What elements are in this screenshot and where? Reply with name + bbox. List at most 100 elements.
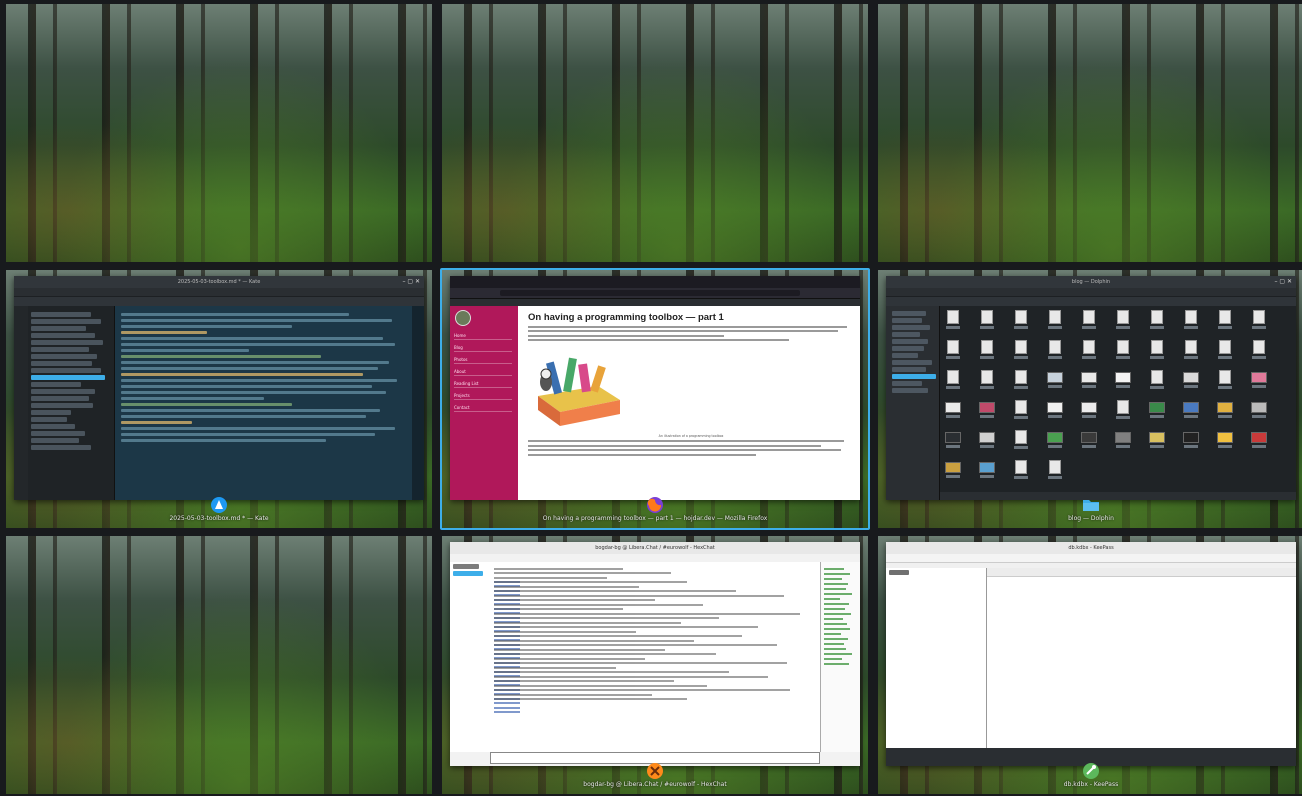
file-item[interactable] — [1046, 430, 1064, 452]
window-titlebar[interactable]: 2025-05-03-toolbox.md * — Kate – ▢ ✕ — [14, 276, 424, 288]
file-item[interactable] — [978, 460, 996, 482]
firefox-icon[interactable] — [646, 496, 664, 514]
nav-reading-list[interactable]: Reading List — [454, 382, 512, 388]
file-item[interactable] — [1114, 340, 1132, 362]
nav-contact[interactable]: Contact — [454, 406, 512, 412]
file-item[interactable] — [1148, 400, 1166, 422]
window-caption[interactable]: On having a programming toolbox — part 1… — [442, 514, 868, 524]
places-panel[interactable] — [886, 306, 940, 500]
window-caption[interactable]: db.kdbx - KeePass — [878, 780, 1302, 790]
editor-area[interactable] — [115, 306, 412, 500]
window-caption[interactable]: blog — Dolphin — [878, 514, 1302, 524]
kate-icon[interactable] — [210, 496, 228, 514]
file-item[interactable] — [944, 400, 962, 422]
entry-list-header[interactable] — [987, 568, 1296, 577]
url-bar[interactable] — [500, 290, 800, 296]
file-item[interactable] — [1216, 430, 1234, 452]
file-item[interactable] — [1046, 310, 1064, 332]
window-caption[interactable]: 2025-05-03-toolbox.md * — Kate — [6, 514, 432, 524]
file-item[interactable] — [1114, 400, 1132, 422]
file-item[interactable] — [1148, 430, 1166, 452]
file-item[interactable] — [1216, 340, 1234, 362]
dolphin-window[interactable]: blog — Dolphin – ▢ ✕ — [886, 276, 1296, 500]
desktop-8[interactable]: bogdar-bg @ Libera.Chat / #eurowolf - He… — [440, 534, 870, 796]
file-item[interactable] — [978, 370, 996, 392]
file-item[interactable] — [1012, 310, 1030, 332]
file-view[interactable] — [940, 306, 1296, 492]
file-item[interactable] — [944, 310, 962, 332]
window-caption[interactable]: bogdar-bg @ Libera.Chat / #eurowolf - He… — [442, 780, 868, 790]
file-item[interactable] — [1080, 340, 1098, 362]
desktop-5[interactable]: Home Blog Photos About Reading List Proj… — [440, 268, 870, 530]
file-item[interactable] — [978, 400, 996, 422]
menubar[interactable] — [886, 288, 1296, 297]
file-item[interactable] — [1148, 310, 1166, 332]
file-item[interactable] — [1250, 370, 1268, 392]
desktop-2[interactable] — [440, 2, 870, 264]
desktop-9[interactable]: db.kdbx - KeePass db.kdbx - KeePass — [876, 534, 1302, 796]
file-item[interactable] — [1182, 430, 1200, 452]
file-item[interactable] — [1080, 370, 1098, 392]
nav-about[interactable]: About — [454, 370, 512, 376]
hexchat-icon[interactable] — [646, 762, 664, 780]
nav-blog[interactable]: Blog — [454, 346, 512, 352]
kate-sidebar[interactable] — [14, 306, 29, 500]
file-item[interactable] — [1080, 400, 1098, 422]
file-item[interactable] — [1182, 340, 1200, 362]
file-item[interactable] — [1250, 400, 1268, 422]
kate-window[interactable]: 2025-05-03-toolbox.md * — Kate – ▢ ✕ — [14, 276, 424, 500]
file-item[interactable] — [1012, 460, 1030, 482]
desktop-4[interactable]: 2025-05-03-toolbox.md * — Kate – ▢ ✕ 202… — [4, 268, 434, 530]
file-item[interactable] — [1250, 340, 1268, 362]
project-tree[interactable] — [28, 306, 115, 500]
nav-photos[interactable]: Photos — [454, 358, 512, 364]
file-item[interactable] — [1250, 310, 1268, 332]
file-item[interactable] — [978, 310, 996, 332]
file-item[interactable] — [978, 430, 996, 452]
file-item[interactable] — [944, 430, 962, 452]
file-item[interactable] — [1250, 430, 1268, 452]
menubar[interactable] — [14, 288, 424, 297]
minimap[interactable] — [412, 306, 424, 500]
window-titlebar[interactable]: bogdar-bg @ Libera.Chat / #eurowolf - He… — [450, 542, 860, 554]
group-tree[interactable] — [886, 568, 987, 748]
folder-icon[interactable] — [1082, 496, 1100, 514]
window-titlebar[interactable]: db.kdbx - KeePass — [886, 542, 1296, 554]
keepass-icon[interactable] — [1082, 762, 1100, 780]
channel-tree[interactable] — [450, 562, 491, 752]
window-controls-icon[interactable]: – ▢ ✕ — [1274, 279, 1292, 285]
file-item[interactable] — [944, 340, 962, 362]
desktop-1[interactable] — [4, 2, 434, 264]
file-item[interactable] — [1114, 370, 1132, 392]
keepass-window[interactable]: db.kdbx - KeePass — [886, 542, 1296, 766]
file-item[interactable] — [1046, 370, 1064, 392]
file-item[interactable] — [1046, 460, 1064, 482]
tab-strip[interactable] — [450, 276, 860, 288]
desktop-3[interactable] — [876, 2, 1302, 264]
file-item[interactable] — [1080, 430, 1098, 452]
chat-log[interactable] — [490, 562, 820, 752]
file-item[interactable] — [1148, 340, 1166, 362]
file-item[interactable] — [1046, 340, 1064, 362]
nav-home[interactable]: Home — [454, 334, 512, 340]
file-item[interactable] — [1012, 400, 1030, 422]
file-item[interactable] — [1216, 310, 1234, 332]
file-item[interactable] — [1080, 310, 1098, 332]
file-item[interactable] — [1012, 370, 1030, 392]
webpage[interactable]: Home Blog Photos About Reading List Proj… — [450, 306, 860, 500]
window-titlebar[interactable]: blog — Dolphin – ▢ ✕ — [886, 276, 1296, 288]
file-item[interactable] — [1012, 430, 1030, 452]
hexchat-window[interactable]: bogdar-bg @ Libera.Chat / #eurowolf - He… — [450, 542, 860, 766]
file-item[interactable] — [1114, 310, 1132, 332]
file-item[interactable] — [978, 340, 996, 362]
desktop-7[interactable] — [4, 534, 434, 796]
site-avatar[interactable] — [455, 310, 471, 326]
file-item[interactable] — [944, 460, 962, 482]
menubar[interactable] — [886, 554, 1296, 563]
file-item[interactable] — [1216, 400, 1234, 422]
file-item[interactable] — [1182, 370, 1200, 392]
file-item[interactable] — [1114, 430, 1132, 452]
file-item[interactable] — [1216, 370, 1234, 392]
firefox-window[interactable]: Home Blog Photos About Reading List Proj… — [450, 276, 860, 500]
file-item[interactable] — [944, 370, 962, 392]
